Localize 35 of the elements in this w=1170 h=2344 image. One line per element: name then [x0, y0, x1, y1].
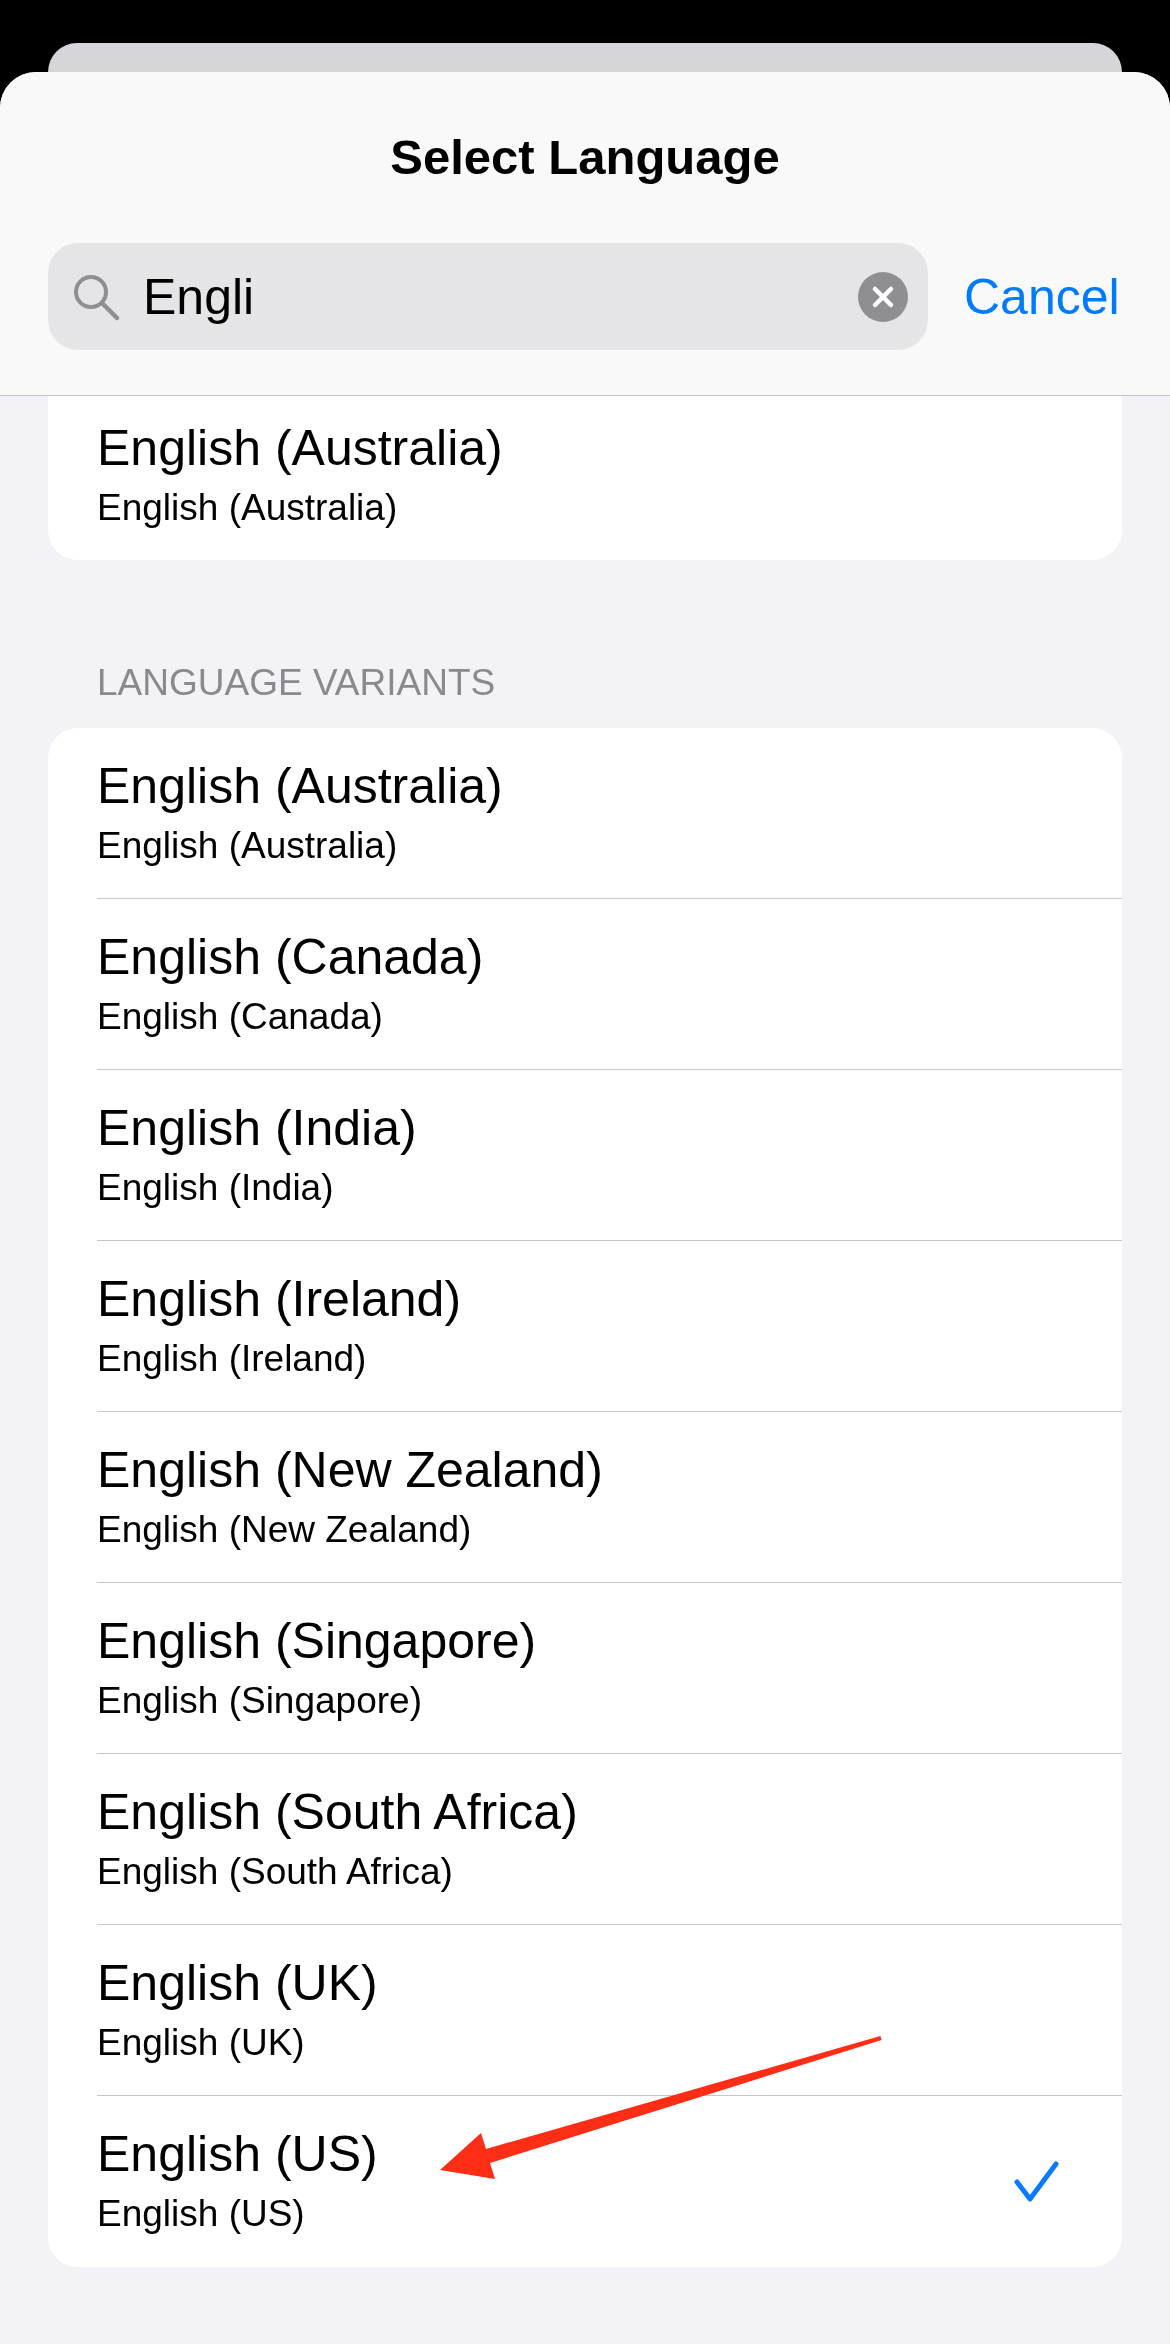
- language-native-name: English (Australia): [97, 824, 398, 868]
- language-name: English (US): [97, 2125, 378, 2184]
- cancel-button[interactable]: Cancel: [964, 266, 1120, 327]
- language-name: English (UK): [97, 1954, 378, 2013]
- language-row[interactable]: English (Singapore) English (Singapore): [48, 1583, 1122, 1754]
- language-name: English (South Africa): [97, 1783, 578, 1842]
- language-native-name: English (South Africa): [97, 1850, 453, 1894]
- language-row[interactable]: English (India) English (India): [48, 1070, 1122, 1241]
- language-row[interactable]: English (South Africa) English (South Africa): [48, 1754, 1122, 1925]
- search-icon: [72, 272, 120, 321]
- section-header: LANGUAGE VARIANTS: [97, 661, 496, 705]
- language-row[interactable]: English (Australia) English (Australia): [48, 728, 1122, 899]
- language-native-name: English (Ireland): [97, 1337, 367, 1381]
- language-name: English (Canada): [97, 928, 484, 987]
- language-native-name: English (Singapore): [97, 1679, 422, 1723]
- language-row[interactable]: English (US) English (US): [48, 2096, 1122, 2267]
- sheet-title: Select Language: [390, 129, 780, 186]
- language-name: English (Australia): [97, 757, 503, 816]
- language-native-name: English (India): [97, 1166, 334, 1210]
- clear-icon[interactable]: [858, 271, 908, 322]
- language-native-name: English (New Zealand): [97, 1508, 472, 1552]
- language-name: English (New Zealand): [97, 1441, 603, 1500]
- language-native-name: English (Canada): [97, 995, 383, 1039]
- language-name: English (Singapore): [97, 1612, 537, 1671]
- language-name: English (Australia): [97, 419, 503, 478]
- language-row[interactable]: English (Canada) English (Canada): [48, 899, 1122, 1070]
- search-field[interactable]: Engli: [48, 243, 928, 350]
- language-row[interactable]: English (Ireland) English (Ireland): [48, 1241, 1122, 1412]
- language-name: English (India): [97, 1099, 417, 1158]
- language-native-name: English (US): [97, 2192, 305, 2236]
- language-row[interactable]: English (Australia) English (Australia): [48, 396, 1122, 560]
- language-row[interactable]: English (New Zealand) English (New Zealand): [48, 1412, 1122, 1583]
- language-native-name: English (UK): [97, 2021, 305, 2065]
- language-name: English (Ireland): [97, 1270, 462, 1329]
- language-native-name: English (Australia): [97, 486, 398, 530]
